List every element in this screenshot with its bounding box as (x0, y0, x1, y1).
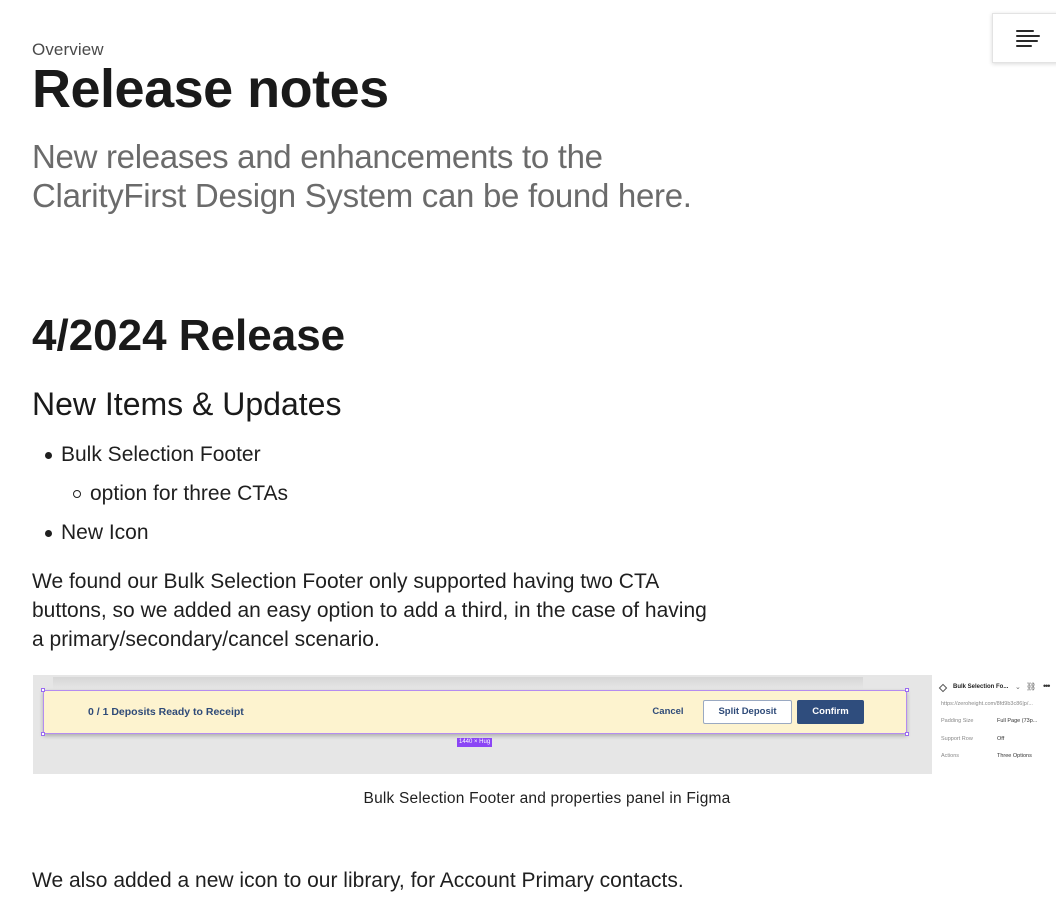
breadcrumb-overview: Overview (32, 40, 104, 59)
chevron-down-icon: ⌄ (1015, 684, 1021, 691)
confirm-button: Confirm (797, 700, 864, 724)
property-label: Support Row (941, 736, 973, 742)
split-deposit-button: Split Deposit (703, 700, 792, 724)
property-value: Off (997, 736, 1005, 742)
property-row: Padding Size Full Page (73p... (941, 718, 1056, 728)
table-of-contents-icon (1016, 30, 1040, 48)
figma-canvas: 0 / 1 Deposits Ready to Receipt Cancel S… (33, 675, 932, 774)
more-icon: ••• (1043, 681, 1051, 691)
properties-header: Bulk Selection Fo... ⌄ ⛓ ••• (938, 681, 1056, 695)
bullet-circle (73, 490, 81, 498)
component-name: Bulk Selection Fo... (953, 684, 1009, 690)
figure-caption: Bulk Selection Footer and properties pan… (363, 790, 731, 807)
list-subitem-label: option for three CTAs (90, 482, 289, 505)
intro-text: New releases and enhancements to the Cla… (32, 138, 692, 214)
properties-panel: Bulk Selection Fo... ⌄ ⛓ ••• https://zer… (932, 675, 1056, 774)
bullet-dot (45, 452, 52, 459)
property-value: Full Page (73p... (997, 718, 1038, 724)
release-heading: 4/2024 Release (32, 311, 346, 360)
list-item-label: Bulk Selection Footer (61, 443, 261, 466)
selection-handle (905, 688, 909, 692)
cancel-button: Cancel (652, 706, 684, 717)
frame-size-tag: 1440 × Hug (457, 738, 493, 747)
link-icon: ⛓ (1026, 682, 1037, 691)
property-row: Actions Three Options (941, 753, 1056, 763)
new-icon-paragraph: We also added a new icon to our library,… (32, 869, 684, 892)
footer-update-paragraph: We found our Bulk Selection Footer only … (32, 570, 707, 651)
table-of-contents-button[interactable] (992, 13, 1056, 63)
selection-handle (41, 688, 45, 692)
list-item-label: New Icon (61, 521, 149, 544)
property-row: Support Row Off (941, 736, 1056, 746)
bullet-dot (45, 530, 52, 537)
selection-handle (905, 732, 909, 736)
deposits-count-text: 0 / 1 Deposits Ready to Receipt (88, 706, 244, 718)
property-label: Padding Size (941, 718, 974, 724)
bulk-selection-footer: 0 / 1 Deposits Ready to Receipt Cancel S… (41, 688, 909, 736)
section-heading: New Items & Updates (32, 386, 342, 422)
component-icon (938, 683, 948, 693)
property-label: Actions (941, 753, 960, 759)
page-title: Release notes (32, 59, 389, 119)
figma-screenshot: 0 / 1 Deposits Ready to Receipt Cancel S… (33, 675, 1056, 774)
selection-handle (41, 732, 45, 736)
component-url: https://zeroheight.com/8fd9b3c86|p/... (941, 701, 1033, 707)
property-value: Three Options (997, 753, 1032, 759)
